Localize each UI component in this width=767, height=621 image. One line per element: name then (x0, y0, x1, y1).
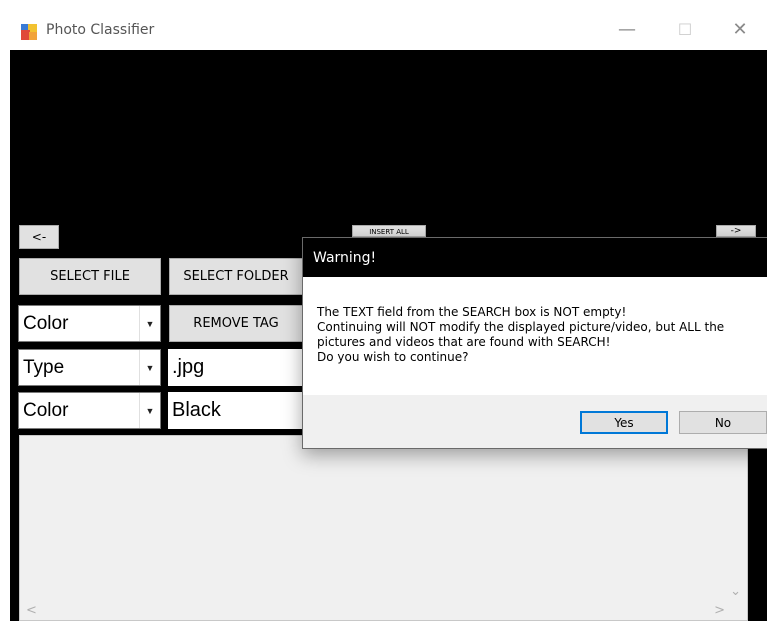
color-value-text: Black (172, 399, 221, 421)
dialog-message-line: Continuing will NOT modify the displayed… (317, 320, 725, 334)
next-button[interactable]: -> (716, 225, 756, 237)
minimize-button[interactable]: — (604, 14, 650, 46)
tag-category-value: Color (23, 313, 69, 334)
window-title: Photo Classifier (46, 22, 155, 38)
dialog-message-line: Do you wish to continue? (317, 350, 469, 364)
type-value-text: .jpg (172, 356, 205, 378)
app-icon (21, 24, 37, 40)
yes-button[interactable]: Yes (580, 411, 668, 434)
insert-all-button[interactable]: INSERT ALL (352, 225, 426, 237)
warning-dialog: Warning! The TEXT field from the SEARCH … (302, 237, 767, 449)
dialog-body: The TEXT field from the SEARCH box is NO… (303, 277, 767, 395)
scroll-down-arrow[interactable]: ⌄ (730, 584, 741, 599)
picture-display[interactable] (10, 50, 767, 224)
maximize-button[interactable]: ☐ (662, 14, 708, 46)
color-combo[interactable]: Color ▼ (18, 392, 161, 429)
type-combo-value: Type (23, 357, 65, 378)
dialog-message-line: The TEXT field from the SEARCH box is NO… (317, 305, 627, 319)
scroll-left-arrow[interactable]: < (26, 603, 37, 618)
select-folder-button[interactable]: SELECT FOLDER (169, 258, 303, 295)
select-file-button[interactable]: SELECT FILE (19, 258, 161, 295)
type-value-field[interactable]: .jpg (168, 349, 304, 386)
tag-category-combo[interactable]: Color ▼ (18, 305, 161, 342)
dialog-title-bar: Warning! (303, 238, 767, 277)
chevron-down-icon: ▼ (139, 306, 160, 341)
color-value-field[interactable]: Black (168, 392, 304, 429)
chevron-down-icon: ▼ (139, 393, 160, 428)
scroll-right-arrow[interactable]: > (714, 603, 725, 618)
results-listbox[interactable]: ⌃ ⌄ < > (19, 435, 748, 621)
chevron-down-icon: ▼ (139, 350, 160, 385)
remove-tag-button[interactable]: REMOVE TAG (169, 305, 303, 342)
no-button[interactable]: No (679, 411, 767, 434)
dialog-message-line: pictures and videos that are found with … (317, 335, 611, 349)
title-bar: Photo Classifier — ☐ ✕ (0, 0, 767, 46)
dialog-message: The TEXT field from the SEARCH box is NO… (317, 305, 724, 365)
prev-button[interactable]: <- (19, 225, 59, 249)
color-combo-value: Color (23, 400, 69, 421)
close-button[interactable]: ✕ (717, 14, 763, 46)
dialog-title: Warning! (313, 250, 377, 266)
type-combo[interactable]: Type ▼ (18, 349, 161, 386)
